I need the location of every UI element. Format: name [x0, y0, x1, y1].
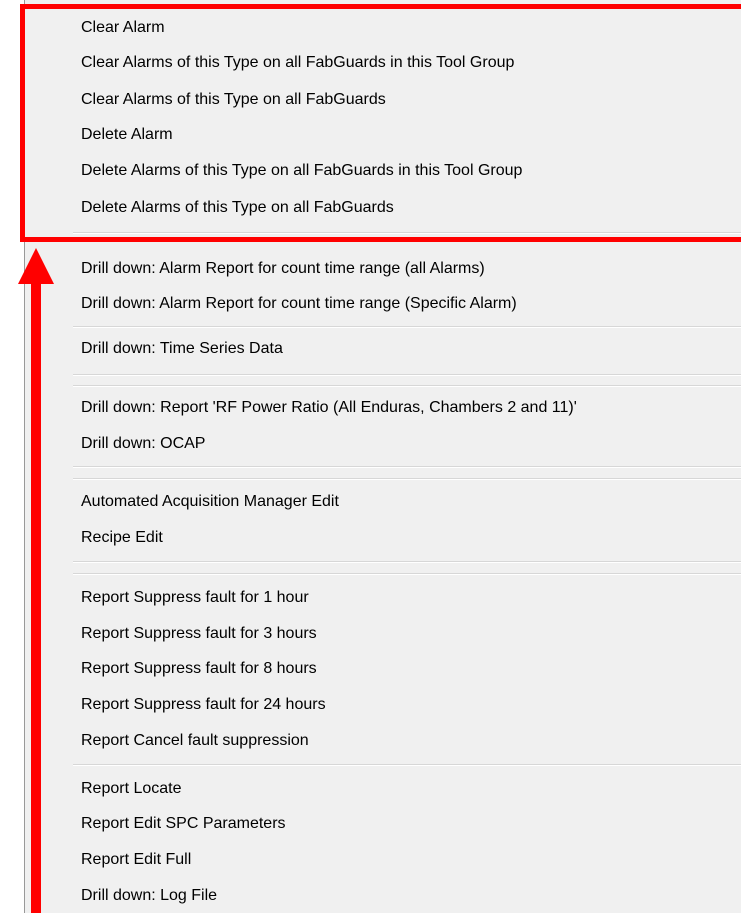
menu-item-clear-alarm[interactable]: Clear Alarm	[81, 14, 165, 42]
menu-separator	[73, 478, 741, 480]
menu-item-report-edit-full[interactable]: Report Edit Full	[81, 846, 191, 874]
menu-item-suppress-24h[interactable]: Report Suppress fault for 24 hours	[81, 691, 326, 719]
menu-separator	[73, 466, 741, 468]
annotation-arrow-shaft	[31, 282, 41, 913]
annotation-arrow-up-icon	[18, 248, 54, 284]
menu-item-edit-spc-parameters[interactable]: Report Edit SPC Parameters	[81, 810, 286, 838]
menu-item-recipe-edit[interactable]: Recipe Edit	[81, 524, 163, 552]
menu-item-delete-alarm[interactable]: Delete Alarm	[81, 121, 173, 149]
menu-item-drill-log-file[interactable]: Drill down: Log File	[81, 882, 217, 910]
menu-separator	[73, 232, 741, 234]
menu-item-clear-alarms-type-all[interactable]: Clear Alarms of this Type on all FabGuar…	[81, 86, 386, 114]
menu-separator	[73, 573, 741, 575]
menu-separator	[73, 561, 741, 563]
menu-item-drill-ocap[interactable]: Drill down: OCAP	[81, 430, 205, 458]
menu-item-cancel-suppression[interactable]: Report Cancel fault suppression	[81, 727, 309, 755]
menu-item-delete-alarms-type-tool-group[interactable]: Delete Alarms of this Type on all FabGua…	[81, 157, 522, 185]
screenshot-stage: Clear Alarm Clear Alarms of this Type on…	[0, 0, 741, 913]
menu-item-suppress-1h[interactable]: Report Suppress fault for 1 hour	[81, 584, 309, 612]
menu-item-drill-time-series[interactable]: Drill down: Time Series Data	[81, 335, 283, 363]
menu-item-drill-alarm-report-all[interactable]: Drill down: Alarm Report for count time …	[81, 255, 485, 283]
menu-separator	[73, 326, 741, 328]
menu-separator	[73, 374, 741, 376]
menu-item-suppress-8h[interactable]: Report Suppress fault for 8 hours	[81, 655, 317, 683]
menu-item-drill-alarm-report-specific[interactable]: Drill down: Alarm Report for count time …	[81, 290, 517, 318]
menu-separator	[73, 764, 741, 766]
menu-item-drill-report-rf-power[interactable]: Drill down: Report 'RF Power Ratio (All …	[81, 394, 577, 422]
menu-item-suppress-3h[interactable]: Report Suppress fault for 3 hours	[81, 620, 317, 648]
menu-separator	[73, 385, 741, 387]
menu-item-aam-edit[interactable]: Automated Acquisition Manager Edit	[81, 488, 339, 516]
menu-item-clear-alarms-type-tool-group[interactable]: Clear Alarms of this Type on all FabGuar…	[81, 49, 514, 77]
menu-item-delete-alarms-type-all[interactable]: Delete Alarms of this Type on all FabGua…	[81, 194, 394, 222]
context-menu: Clear Alarm Clear Alarms of this Type on…	[24, 0, 741, 913]
menu-item-report-locate[interactable]: Report Locate	[81, 775, 182, 803]
